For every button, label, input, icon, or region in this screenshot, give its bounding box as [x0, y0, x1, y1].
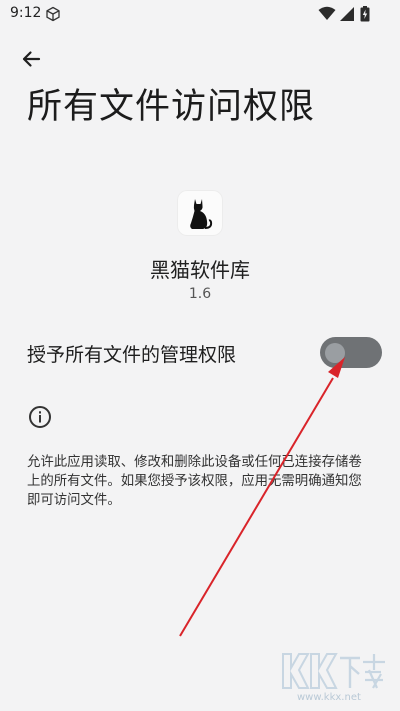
cube-icon [46, 6, 60, 22]
arrow-left-icon [22, 51, 41, 67]
app-name: 黑猫软件库 [150, 258, 250, 282]
signal-icon [340, 7, 354, 21]
info-icon [29, 406, 51, 428]
wifi-icon [318, 6, 336, 20]
black-cat-icon [190, 199, 213, 229]
app-version: 1.6 [188, 286, 212, 302]
battery-icon [360, 6, 370, 22]
status-bar: 9:12 [0, 0, 400, 30]
permission-row[interactable]: 授予所有文件的管理权限 [0, 320, 400, 384]
watermark-logo [282, 653, 385, 689]
permission-description: 允许此应用读取、修改和删除此设备或任何已连接存储卷上的所有文件。如果您授予该权限… [27, 455, 362, 508]
status-time: 9:12 [10, 5, 42, 21]
back-button[interactable] [14, 42, 48, 76]
watermark: www.kkx.net [277, 648, 389, 708]
app-icon [177, 190, 223, 236]
permission-toggle[interactable] [320, 337, 382, 368]
status-icons [318, 6, 372, 22]
page-title: 所有文件访问权限 [27, 87, 316, 127]
permission-label: 授予所有文件的管理权限 [27, 344, 237, 366]
watermark-url: www.kkx.net [297, 692, 361, 703]
toggle-knob [325, 342, 345, 363]
